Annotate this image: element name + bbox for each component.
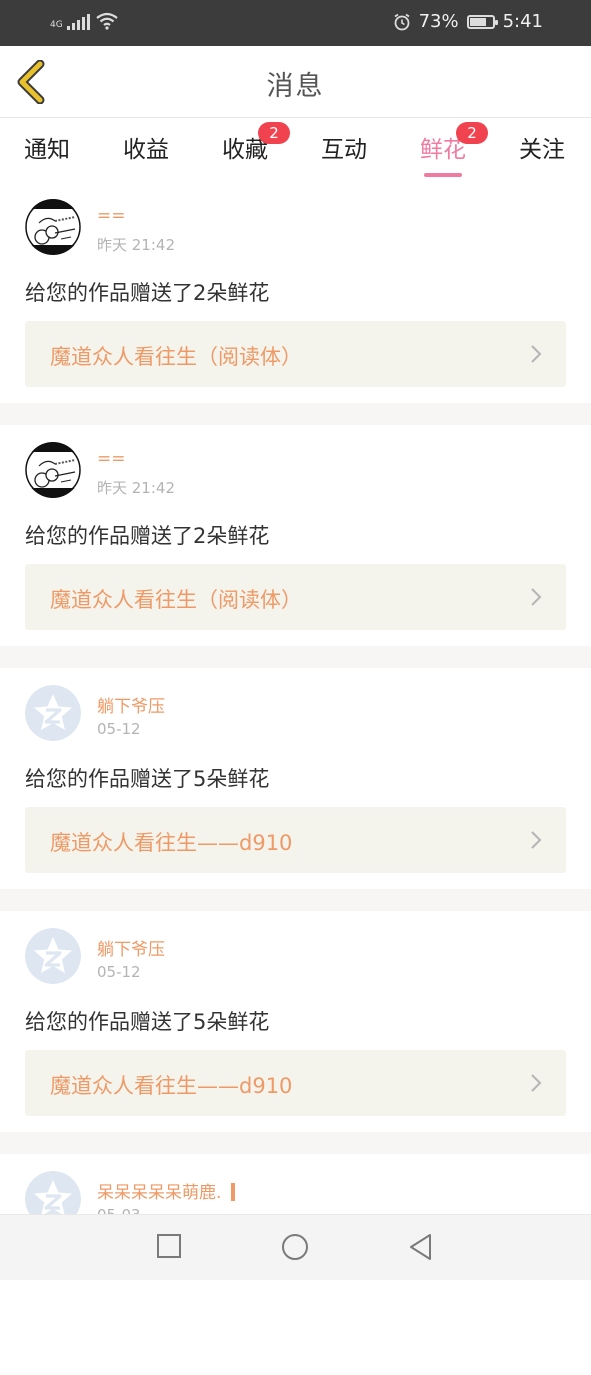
chevron-right-icon — [531, 345, 542, 363]
work-title: 魔道众人看往生——d910 — [50, 831, 293, 855]
message-item: == 昨天 21:42 给您的作品赠送了2朵鲜花 魔道众人看往生（阅读体） — [0, 182, 591, 403]
chevron-right-icon — [531, 588, 542, 606]
badge-count: 2 — [258, 122, 290, 144]
avatar[interactable] — [25, 442, 81, 498]
message-text: 给您的作品赠送了5朵鲜花 — [25, 1010, 270, 1034]
message-item: 躺下爷压 05-12 给您的作品赠送了5朵鲜花 魔道众人看往生——d910 — [0, 911, 591, 1132]
tab-interactions[interactable]: 互动 — [321, 130, 367, 164]
tab-label: 互动 — [321, 137, 367, 163]
tab-label: 收益 — [123, 137, 169, 163]
status-left: 4G — [50, 12, 118, 30]
system-nav-bar — [0, 1214, 591, 1280]
default-avatar-icon — [25, 928, 81, 984]
sketch-avatar-icon — [25, 442, 81, 498]
message-list: == 昨天 21:42 给您的作品赠送了2朵鲜花 魔道众人看往生（阅读体） ==… — [0, 182, 591, 1375]
clock: 5:41 — [502, 11, 543, 32]
work-title: 魔道众人看往生（阅读体） — [50, 345, 302, 369]
tab-label: 关注 — [519, 137, 565, 163]
avatar[interactable] — [25, 685, 81, 741]
divider — [0, 1132, 591, 1154]
page-title: 消息 — [266, 71, 325, 102]
battery-percent: 73% — [418, 11, 459, 32]
message-time: 昨天 21:42 — [97, 236, 175, 254]
user-name-text: 呆呆呆呆呆萌鹿. — [97, 1183, 222, 1203]
chevron-right-icon — [531, 831, 542, 849]
header-bar: 消息 — [0, 46, 591, 118]
work-link[interactable]: 魔道众人看往生——d910 — [25, 1050, 566, 1116]
tab-flowers[interactable]: 鲜花 2 — [420, 122, 488, 177]
home-icon[interactable] — [281, 1233, 309, 1261]
status-right: 73% 5:41 — [393, 11, 543, 32]
message-text: 给您的作品赠送了2朵鲜花 — [25, 281, 270, 305]
battery-icon — [466, 14, 498, 29]
divider — [0, 889, 591, 911]
recent-apps-icon[interactable] — [156, 1233, 182, 1259]
back-nav-icon[interactable] — [408, 1233, 434, 1261]
chevron-right-icon — [531, 1074, 542, 1092]
status-bar: 4G 73% 5:41 — [0, 0, 591, 46]
badge-count: 2 — [456, 122, 488, 144]
avatar[interactable] — [25, 199, 81, 255]
tab-label: 通知 — [24, 137, 70, 163]
alarm-icon — [394, 13, 410, 30]
active-tab-indicator — [424, 173, 462, 177]
tab-earnings[interactable]: 收益 — [123, 130, 169, 164]
user-tag-icon — [228, 1183, 235, 1201]
sketch-avatar-icon — [25, 199, 81, 255]
message-time: 05-12 — [97, 963, 141, 981]
avatar[interactable] — [25, 928, 81, 984]
message-text: 给您的作品赠送了5朵鲜花 — [25, 767, 270, 791]
user-name[interactable]: 躺下爷压 — [97, 692, 165, 717]
tab-favorites[interactable]: 收藏 2 — [222, 122, 290, 164]
user-name[interactable]: 躺下爷压 — [97, 935, 165, 960]
work-link[interactable]: 魔道众人看往生（阅读体） — [25, 564, 566, 630]
message-time: 昨天 21:42 — [97, 479, 175, 497]
work-title: 魔道众人看往生（阅读体） — [50, 588, 302, 612]
network-type: 4G — [50, 20, 63, 30]
work-link[interactable]: 魔道众人看往生（阅读体） — [25, 321, 566, 387]
message-text: 给您的作品赠送了2朵鲜花 — [25, 524, 270, 548]
tab-following[interactable]: 关注 — [519, 130, 565, 164]
default-avatar-icon — [25, 685, 81, 741]
divider — [0, 646, 591, 668]
wifi-icon — [96, 12, 118, 30]
tab-bar: 通知 收益 收藏 2 互动 鲜花 2 关注 — [0, 118, 591, 177]
user-name[interactable]: 呆呆呆呆呆萌鹿. — [97, 1178, 235, 1203]
message-time: 05-12 — [97, 720, 141, 738]
user-name[interactable]: == — [97, 449, 126, 469]
divider — [0, 403, 591, 425]
message-item: 躺下爷压 05-12 给您的作品赠送了5朵鲜花 魔道众人看往生——d910 — [0, 668, 591, 889]
signal-icon — [66, 14, 90, 30]
user-name[interactable]: == — [97, 206, 126, 226]
tab-notifications[interactable]: 通知 — [24, 130, 70, 164]
work-link[interactable]: 魔道众人看往生——d910 — [25, 807, 566, 873]
work-title: 魔道众人看往生——d910 — [50, 1074, 293, 1098]
message-item: == 昨天 21:42 给您的作品赠送了2朵鲜花 魔道众人看往生（阅读体） — [0, 425, 591, 646]
